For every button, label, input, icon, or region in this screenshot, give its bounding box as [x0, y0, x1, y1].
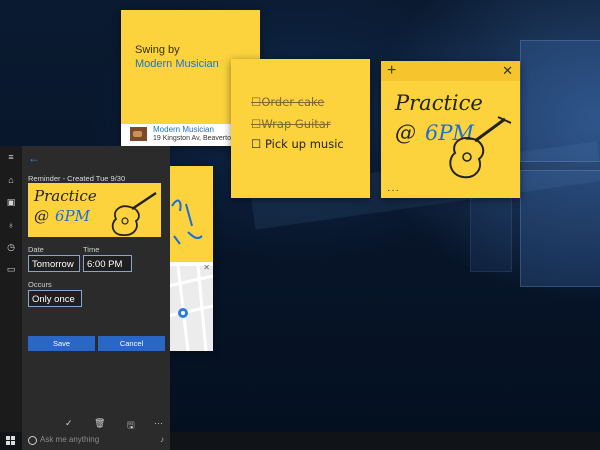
add-note-icon[interactable]: +	[387, 61, 396, 81]
delete-icon[interactable]: 🗑	[94, 418, 105, 429]
note-text-line1: Swing by	[135, 44, 180, 56]
attachment-address: 19 Kingston Av, Beaverto	[153, 135, 231, 142]
date-field[interactable]: Tomorrow	[28, 255, 80, 272]
cortana-app-bar: ≡ ⌂ ▣ ♁ ◷ ▭	[0, 146, 22, 432]
preview-text-at: @	[34, 207, 49, 225]
store-thumbnail	[130, 127, 147, 141]
hamburger-icon[interactable]: ≡	[5, 152, 17, 162]
microphone-icon[interactable]: ♪	[160, 435, 164, 444]
sticky-note-practice[interactable]: + ✕ Practice @ 6PM ···	[381, 61, 520, 198]
note-link-line2[interactable]: Modern Musician	[135, 58, 219, 70]
occurs-field[interactable]: Only once	[28, 290, 82, 307]
back-arrow-icon[interactable]: ←	[28, 151, 40, 165]
note-title-bar	[381, 61, 520, 81]
guitar-icon	[449, 116, 512, 179]
sticky-note-todo[interactable]: ☐Order cake ☐Wrap Guitar ☐ Pick up music	[231, 59, 370, 198]
map-close-icon[interactable]: ✕	[203, 263, 210, 272]
taskbar: Ask me anything ♪	[0, 432, 600, 450]
lightbulb-icon[interactable]: ♁	[5, 220, 17, 230]
time-field[interactable]: 6:00 PM	[83, 255, 132, 272]
notebook-icon[interactable]: ▣	[5, 197, 17, 208]
reminder-note-preview: Practice @ 6PM	[28, 183, 161, 237]
note-text-practice: Practice	[395, 91, 483, 115]
cortana-circle-icon	[28, 436, 37, 445]
preview-text-time: 6PM	[55, 207, 90, 225]
close-note-icon[interactable]: ✕	[502, 61, 513, 81]
complete-check-icon[interactable]: ✓	[65, 418, 73, 429]
map-roads-icon	[168, 265, 213, 351]
reminder-header: Reminder - Created Tue 9/30	[28, 174, 126, 183]
cancel-button[interactable]: Cancel	[98, 336, 165, 351]
home-icon[interactable]: ⌂	[5, 175, 17, 185]
map-preview[interactable]	[168, 265, 213, 351]
sticky-note-map[interactable]: ✕	[168, 166, 213, 351]
attachment-title[interactable]: Modern Musician	[153, 125, 214, 134]
search-placeholder: Ask me anything	[40, 435, 100, 444]
todo-item-3[interactable]: ☐ Pick up music	[251, 137, 344, 151]
guitar-icon	[111, 191, 157, 236]
reminder-panel: ← Reminder - Created Tue 9/30 Practice @…	[22, 146, 170, 432]
note-yellow-area	[168, 166, 213, 262]
date-label: Date	[28, 245, 44, 254]
save-button[interactable]: Save	[28, 336, 95, 351]
preview-text-practice: Practice	[34, 187, 97, 205]
note-text-at: @	[395, 121, 416, 145]
windows-start-icon[interactable]	[6, 436, 16, 446]
todo-item-2[interactable]: ☐Wrap Guitar	[251, 117, 331, 131]
cortana-search-box[interactable]: Ask me anything ♪	[22, 432, 170, 450]
more-icon[interactable]: ···	[154, 418, 163, 428]
time-label: Time	[83, 245, 100, 254]
occurs-label: Occurs	[28, 280, 52, 289]
reminders-icon[interactable]: ◷	[5, 242, 17, 253]
note-menu-icon[interactable]: ···	[387, 185, 400, 196]
handwriting-partial-icon	[171, 199, 203, 245]
feedback-icon[interactable]: ▭	[5, 264, 17, 275]
todo-item-1[interactable]: ☐Order cake	[251, 95, 324, 109]
